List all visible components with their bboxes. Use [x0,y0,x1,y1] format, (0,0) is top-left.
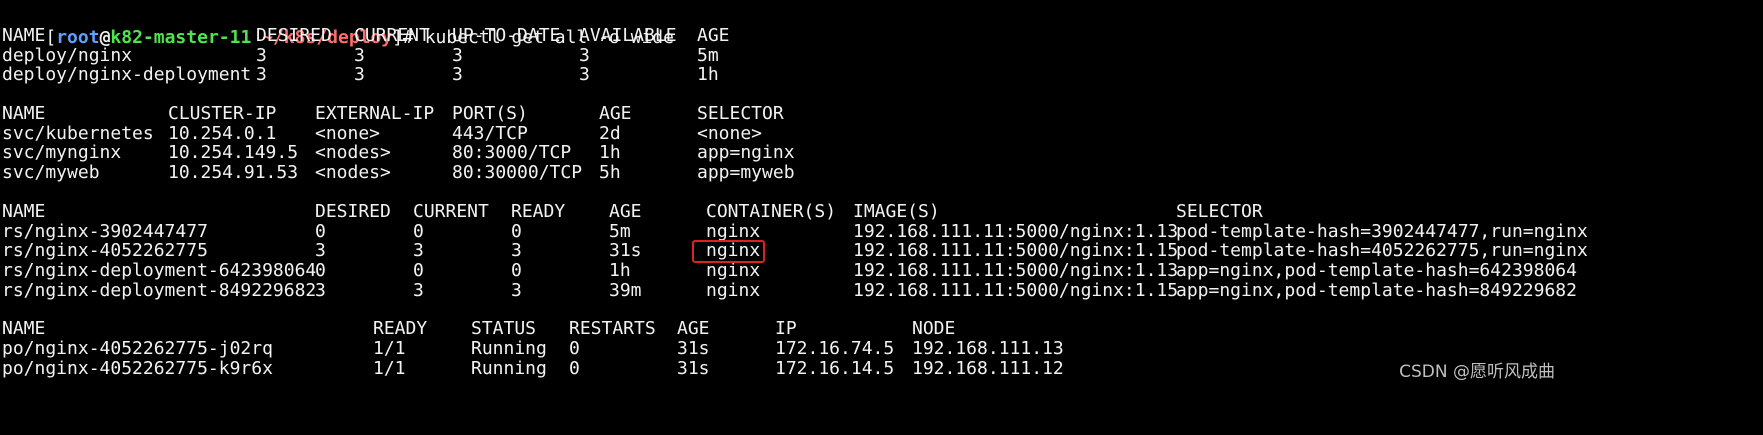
cell: Running [471,338,547,359]
terminal-window[interactable]: [root@k82-master-11 ~/k8s/deploy]# kubec… [0,0,1763,435]
header-cell: CURRENT [354,25,430,46]
table-row: rs/nginx-4052262775 3 3 3 31s nginx 192.… [2,240,1588,262]
header-cell: NAME [2,25,46,46]
cell: nginx [706,260,761,281]
table-row: deploy/nginx-deployment 3 3 3 3 1h [2,64,719,86]
header-cell: EXTERNAL-IP [315,103,435,124]
cell: 192.168.111.13 [912,338,1064,359]
cell: deploy/nginx-deployment [2,64,252,85]
cell: 39m [609,280,642,301]
cell: 0 [569,358,580,379]
cell: 3 [354,64,365,85]
cell: 172.16.14.5 [775,358,895,379]
svc-table-header: NAME CLUSTER-IP EXTERNAL-IP PORT(S) AGE … [2,103,784,125]
prompt-line: [root@k82-master-11 ~/k8s/deploy]# kubec… [2,5,674,48]
cell: <nodes> [315,142,391,163]
cell: app=nginx,pod-template-hash=849229682 [1176,280,1577,301]
header-cell: READY [373,318,428,339]
cell: 31s [677,338,710,359]
cell: Running [471,358,547,379]
header-cell: AGE [599,103,632,124]
cell: 0 [315,260,326,281]
cell: 1h [609,260,631,281]
cell: 0 [413,260,424,281]
header-cell: AGE [697,25,730,46]
header-cell: CLUSTER-IP [168,103,277,124]
cell: svc/myweb [2,162,100,183]
header-cell: STATUS [471,318,537,339]
table-row: po/nginx-4052262775-j02rq 1/1 Running 0 … [2,338,1064,360]
cell: 3 [452,64,463,85]
cell: 3 [256,64,267,85]
header-cell: DESIRED [315,201,391,222]
cell: app=nginx,pod-template-hash=642398064 [1176,260,1577,281]
cell: 10.254.149.5 [168,142,299,163]
cell: 3 [315,240,326,261]
rs-table-header: NAME DESIRED CURRENT READY AGE CONTAINER… [2,201,1263,223]
cell: 0 [569,338,580,359]
deploy-table-header: NAME DESIRED CURRENT UP-TO-DATE AVAILABL… [2,25,730,47]
cell: 192.168.111.11:5000/nginx:1.13 [853,260,1179,281]
header-cell: SELECTOR [697,103,784,124]
table-row: svc/mynginx 10.254.149.5 <nodes> 80:3000… [2,142,795,164]
cell: 3 [511,240,522,261]
cell: rs/nginx-4052262775 [2,240,208,261]
cell: 3 [413,280,424,301]
cell: 80:3000/TCP [452,142,572,163]
header-cell: CONTAINER(S) [706,201,837,222]
header-cell: AGE [677,318,710,339]
cell: 1h [697,64,719,85]
header-cell: RESTARTS [569,318,656,339]
cell: po/nginx-4052262775-j02rq [2,338,273,359]
cell: po/nginx-4052262775-k9r6x [2,358,273,379]
table-row: rs/nginx-deployment-849229682 3 3 3 39m … [2,280,1577,302]
highlight-annotation-box [692,240,765,263]
table-row: rs/nginx-deployment-642398064 0 0 0 1h n… [2,260,1577,282]
header-cell: NAME [2,318,46,339]
cell: pod-template-hash=4052262775,run=nginx [1176,240,1588,261]
cell: 3 [511,280,522,301]
cell: nginx [706,280,761,301]
header-cell: NAME [2,201,46,222]
cell: 1h [599,142,621,163]
watermark: CSDN @愿听风成曲 [1399,362,1555,382]
cell: 3 [315,280,326,301]
cell: 172.16.74.5 [775,338,895,359]
header-cell: IP [775,318,797,339]
cell: rs/nginx-deployment-642398064 [2,260,317,281]
header-cell: AGE [609,201,642,222]
cell: 5h [599,162,621,183]
header-cell: UP-TO-DATE [452,25,561,46]
cell: svc/mynginx [2,142,122,163]
cell: app=nginx [697,142,795,163]
cell: 10.254.91.53 [168,162,299,183]
po-table-header: NAME READY STATUS RESTARTS AGE IP NODE [2,318,955,340]
cell: 192.168.111.11:5000/nginx:1.15 [853,280,1179,301]
table-row: svc/myweb 10.254.91.53 <nodes> 80:30000/… [2,162,795,184]
cell: 1/1 [373,338,406,359]
cell: 3 [413,240,424,261]
cell: 80:30000/TCP [452,162,583,183]
header-cell: IMAGE(S) [853,201,940,222]
header-cell: AVAILABLE [579,25,677,46]
cell: app=myweb [697,162,795,183]
header-cell: READY [511,201,566,222]
header-cell: NODE [912,318,956,339]
table-row: po/nginx-4052262775-k9r6x 1/1 Running 0 … [2,358,1064,380]
cell: 31s [609,240,642,261]
header-cell: SELECTOR [1176,201,1263,222]
cell: 192.168.111.12 [912,358,1064,379]
header-cell: CURRENT [413,201,489,222]
header-cell: DESIRED [256,25,332,46]
cell: 0 [511,260,522,281]
cell: 31s [677,358,710,379]
cell: 3 [579,64,590,85]
cell: 192.168.111.11:5000/nginx:1.15 [853,240,1179,261]
cell: <nodes> [315,162,391,183]
cell: rs/nginx-deployment-849229682 [2,280,317,301]
header-cell: NAME [2,103,46,124]
cell: 1/1 [373,358,406,379]
header-cell: PORT(S) [452,103,528,124]
